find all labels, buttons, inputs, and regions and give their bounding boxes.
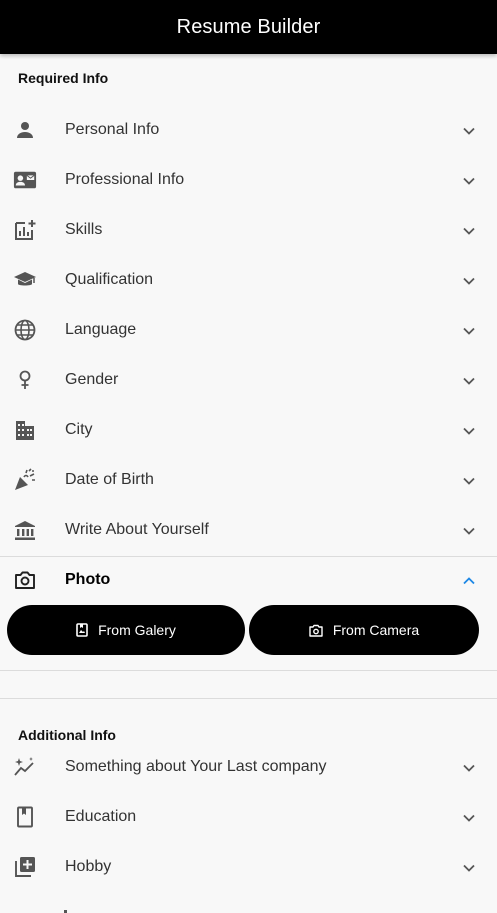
- camera-icon: [13, 568, 37, 592]
- accordion-label: Gender: [65, 371, 119, 388]
- graduation-cap-icon: [13, 268, 37, 292]
- chevron-down-icon: [461, 323, 477, 339]
- chevron-down-icon: [461, 223, 477, 239]
- contact-card-icon: [13, 168, 37, 192]
- accordion-label: Education: [65, 808, 137, 825]
- accordion-qualification[interactable]: Qualification: [0, 255, 497, 305]
- from-camera-label: From Camera: [332, 622, 420, 638]
- required-info-header: Required Info: [18, 70, 109, 86]
- chevron-up-icon: [461, 573, 477, 589]
- accordion-photo[interactable]: Photo: [0, 555, 497, 605]
- accordion-label: Qualification: [65, 271, 154, 288]
- accordion-label: Language: [65, 321, 137, 338]
- accordion-label: Skills: [65, 221, 103, 238]
- accordion-label: Write About Yourself: [65, 521, 209, 538]
- chevron-down-icon: [461, 373, 477, 389]
- accordion-label: Date of Birth: [65, 471, 154, 488]
- chevron-down-icon: [461, 423, 477, 439]
- globe-icon: [13, 318, 37, 342]
- accordion-label: Photo: [65, 571, 111, 588]
- from-gallery-label: From Galery: [98, 622, 176, 638]
- chevron-down-icon: [461, 810, 477, 826]
- accordion-education[interactable]: Education: [0, 792, 497, 842]
- app-bar: Resume Builder: [0, 0, 497, 54]
- female-symbol-icon: [13, 368, 37, 392]
- accordion-label: Something about Your Last company: [65, 758, 327, 775]
- book-icon: [13, 805, 37, 829]
- chevron-down-icon: [461, 760, 477, 776]
- accordion-last-company[interactable]: Something about Your Last company: [0, 742, 497, 792]
- from-camera-button[interactable]: From Camera: [249, 605, 479, 655]
- chevron-down-icon: [461, 123, 477, 139]
- bank-building-icon: [13, 518, 37, 542]
- from-gallery-button[interactable]: From Galery: [7, 605, 245, 655]
- chevron-down-icon: [461, 273, 477, 289]
- divider: [0, 670, 497, 671]
- additional-info-header: Additional Info: [18, 727, 116, 743]
- chevron-down-icon: [461, 860, 477, 876]
- accordion-write-about-yourself[interactable]: Write About Yourself: [0, 505, 497, 555]
- accordion-label: Professional Info: [65, 171, 185, 188]
- accordion-label: City: [65, 421, 93, 438]
- chevron-down-icon: [461, 173, 477, 189]
- photo-album-icon: [76, 623, 98, 637]
- accordion-gender[interactable]: Gender: [0, 355, 497, 405]
- sparkle-trend-icon: [13, 755, 37, 779]
- city-icon: [13, 418, 37, 442]
- chevron-down-icon: [461, 523, 477, 539]
- accordion-professional-info[interactable]: Professional Info: [0, 155, 497, 205]
- chart-add-icon: [13, 218, 37, 242]
- accordion-personal-info[interactable]: Personal Info: [0, 105, 497, 155]
- accordion-label: Personal Info: [65, 121, 160, 138]
- accordion-date-of-birth[interactable]: Date of Birth: [0, 455, 497, 505]
- next-row-peek: [60, 908, 70, 913]
- accordion-hobby[interactable]: Hobby: [0, 842, 497, 892]
- library-add-icon: [13, 855, 37, 879]
- app-title: Resume Builder: [176, 15, 321, 38]
- accordion-city[interactable]: City: [0, 405, 497, 455]
- party-popper-icon: [13, 468, 37, 492]
- accordion-skills[interactable]: Skills: [0, 205, 497, 255]
- camera-icon: [309, 624, 333, 637]
- accordion-language[interactable]: Language: [0, 305, 497, 355]
- person-icon: [13, 118, 37, 142]
- divider: [0, 698, 497, 699]
- chevron-down-icon: [461, 473, 477, 489]
- accordion-label: Hobby: [65, 858, 112, 875]
